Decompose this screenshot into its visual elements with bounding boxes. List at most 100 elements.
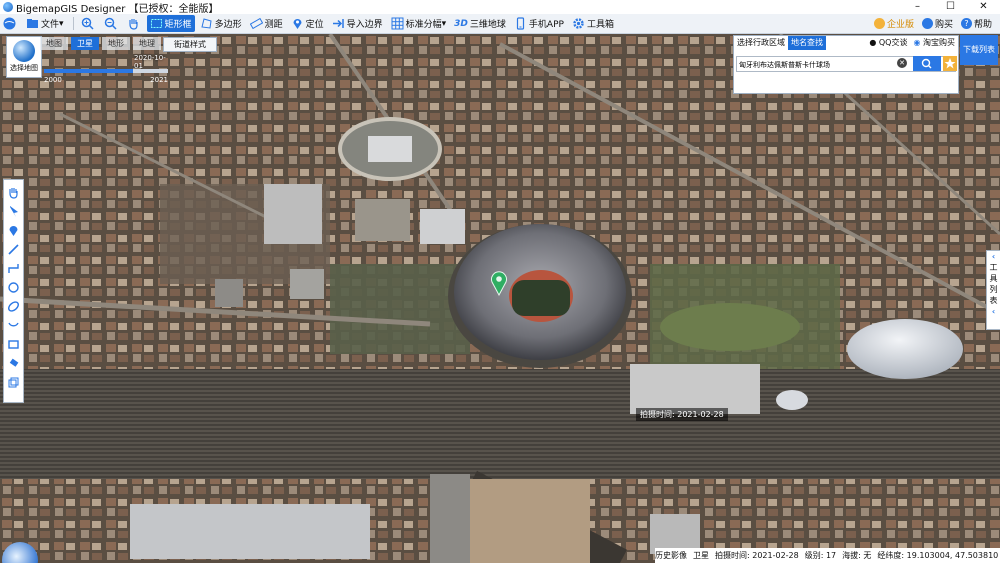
timeline-end: 2021 — [150, 76, 168, 84]
cart-icon — [921, 18, 933, 29]
import-boundary-label: 导入边界 — [346, 20, 383, 30]
status-level: 级别: 17 — [804, 551, 837, 560]
eraser-icon[interactable] — [7, 357, 20, 370]
chevron-down-icon: ▾ — [441, 18, 447, 29]
marker-icon[interactable] — [7, 224, 20, 237]
location-pin-icon — [291, 17, 304, 30]
rect-select-label: 矩形框 — [164, 20, 192, 30]
qq-chat-button[interactable]: ● QQ交谈 — [866, 36, 910, 50]
line-icon[interactable] — [7, 243, 20, 256]
app-logo-icon — [3, 2, 13, 12]
help-button[interactable]: ? 帮助 — [957, 15, 996, 32]
hand-icon[interactable] — [7, 186, 20, 199]
grid-icon — [391, 17, 404, 30]
zoom-out-icon — [104, 17, 117, 30]
polyline-icon[interactable] — [7, 262, 20, 275]
tab-terrain[interactable]: 地形 — [102, 37, 130, 50]
zoom-out-button[interactable] — [101, 15, 122, 32]
minimize-button[interactable]: – — [901, 0, 934, 14]
maximize-button[interactable]: ☐ — [934, 0, 967, 14]
tab-geography[interactable]: 地理 — [133, 37, 161, 50]
toolbar-divider — [72, 17, 74, 30]
three-d-label: 三维地球 — [469, 20, 506, 30]
download-list-button[interactable]: 下载列表 — [960, 35, 998, 65]
chevron-left-icon[interactable]: ‹ — [987, 251, 1000, 262]
toolbox-label: 工具箱 — [586, 20, 614, 30]
chevron-left-icon[interactable]: ‹ — [987, 306, 1000, 317]
help-label: 帮助 — [973, 20, 992, 30]
folder-icon — [26, 17, 39, 30]
arc-icon[interactable] — [7, 319, 20, 332]
pan-button[interactable] — [124, 15, 145, 32]
star-icon — [944, 58, 956, 69]
favorite-button[interactable] — [943, 56, 957, 71]
title-bar: BigemapGIS Designer 【已授权：全能版】 – ☐ ✕ — [0, 0, 1000, 15]
phone-icon — [514, 17, 527, 30]
polygon-icon — [200, 17, 213, 30]
rect-select-button[interactable]: 矩形框 — [146, 15, 195, 32]
close-button[interactable]: ✕ — [967, 0, 1000, 14]
measure-button[interactable]: 测距 — [247, 15, 286, 32]
clear-icon[interactable]: ✕ — [897, 58, 907, 68]
map-switcher-button[interactable]: 选择地图 — [6, 36, 42, 78]
search-icon — [921, 58, 932, 69]
status-history[interactable]: 历史影像 — [655, 550, 687, 561]
search-button[interactable] — [913, 56, 941, 71]
location-marker-icon[interactable] — [490, 270, 508, 296]
tool-list-panel[interactable]: ‹ 工 具 列 表 ‹ — [986, 250, 1000, 330]
rectangle-icon[interactable] — [7, 338, 20, 351]
circle-icon[interactable] — [7, 281, 20, 294]
tool-list-label-1: 工 — [989, 263, 998, 272]
buy-button[interactable]: 购买 — [918, 15, 957, 32]
polygon-button[interactable]: 多边形 — [197, 15, 245, 32]
file-menu[interactable]: 文件 ▾ — [23, 15, 67, 32]
qq-chat-label: QQ交谈 — [878, 38, 908, 47]
mobile-app-label: 手机APP — [528, 20, 564, 30]
chevron-down-icon: ▾ — [59, 18, 64, 29]
three-d-earth-button[interactable]: 3D 三维地球 — [451, 15, 509, 32]
earth-icon — [3, 17, 16, 30]
street-style-button[interactable]: 街道样式 — [163, 37, 217, 52]
locate-button[interactable]: 定位 — [288, 15, 327, 32]
taobao-button[interactable]: ◉ 淘宝购买 — [910, 36, 958, 50]
layers-icon[interactable] — [7, 376, 20, 389]
tab-map[interactable]: 地图 — [40, 37, 68, 50]
tool-list-label-4: 表 — [989, 296, 998, 305]
timeline-current-date: 2020-10-01 — [134, 54, 166, 70]
standard-grid-button[interactable]: 标准分幅 ▾ — [388, 15, 450, 32]
tab-admin-region[interactable]: 选择行政区域 — [734, 36, 788, 50]
locate-label: 定位 — [305, 20, 324, 30]
gear-icon — [572, 17, 585, 30]
hand-icon — [127, 17, 140, 30]
qq-icon: ● — [869, 38, 877, 47]
measure-label: 测距 — [264, 20, 283, 30]
enterprise-label: 企业版 — [886, 20, 914, 30]
drawing-toolbox — [3, 179, 24, 403]
toolbox-button[interactable]: 工具箱 — [569, 15, 617, 32]
pointer-icon[interactable] — [7, 205, 20, 218]
buy-label: 购买 — [934, 20, 953, 30]
rectangle-select-icon — [150, 17, 163, 30]
app-menu-button[interactable] — [0, 15, 21, 32]
tool-list-label-3: 列 — [989, 285, 998, 294]
mobile-app-button[interactable]: 手机APP — [511, 15, 567, 32]
history-timeline[interactable]: 2020-10-01 2000 2021 — [44, 54, 168, 84]
map-type-tabs: 地图 卫星 地形 地理 — [40, 37, 164, 50]
globe-icon — [13, 40, 35, 62]
tab-place-search[interactable]: 地名查找 — [788, 36, 826, 50]
enterprise-button[interactable]: 企业版 — [870, 15, 918, 32]
tab-satellite[interactable]: 卫星 — [71, 37, 99, 50]
three-d-icon: 3D — [454, 18, 468, 29]
import-boundary-button[interactable]: 导入边界 — [329, 15, 386, 32]
zoom-in-button[interactable] — [78, 15, 99, 32]
capture-time-label: 拍摄时间: 2021-02-28 — [636, 408, 728, 421]
map-switcher-label: 选择地图 — [10, 64, 38, 72]
search-input[interactable] — [737, 59, 891, 71]
ellipse-icon[interactable] — [7, 300, 20, 313]
main-toolbar: 文件 ▾ 矩形框 多边形 测距 定位 导入边界 标准分幅 ▾ 3D 三维地球 手… — [0, 14, 1000, 34]
zoom-in-icon — [81, 17, 94, 30]
ruler-icon — [249, 17, 263, 30]
question-icon: ? — [960, 18, 972, 29]
map-view[interactable]: 拍摄时间: 2021-02-28 3D — [0, 34, 1000, 563]
search-row: ✕ — [736, 56, 957, 72]
